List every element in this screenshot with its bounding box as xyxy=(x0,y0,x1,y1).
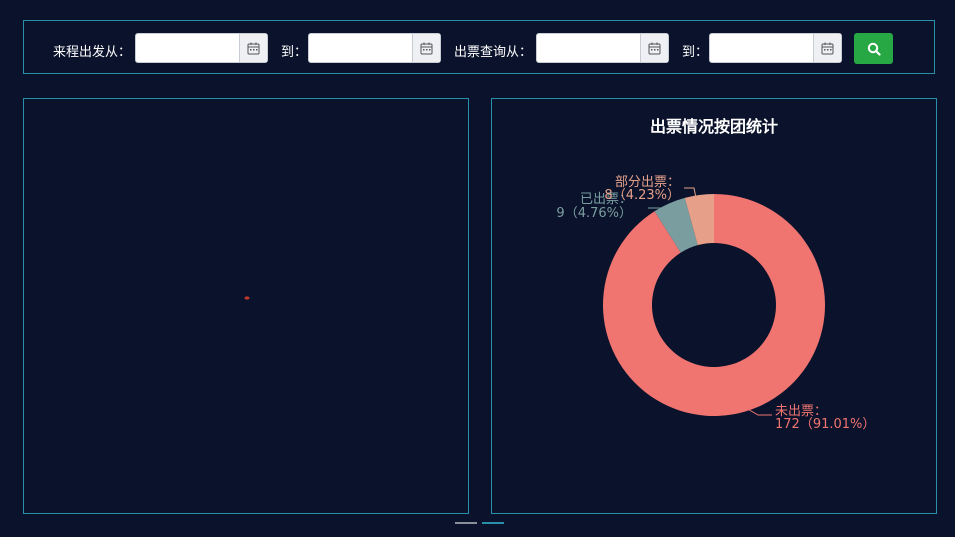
calendar-icon[interactable] xyxy=(412,34,440,62)
calendar-icon[interactable] xyxy=(239,34,267,62)
left-chart-panel xyxy=(23,98,469,514)
map-canvas xyxy=(244,296,250,300)
filter-bar: 来程出发从： 到： 出票查询从： 到： xyxy=(23,20,935,74)
depart-to-label: 到： xyxy=(281,45,308,60)
depart-from-input[interactable] xyxy=(136,34,240,62)
ticket-from-input[interactable] xyxy=(537,34,641,62)
pager-dot-2[interactable] xyxy=(482,522,504,524)
map-marker xyxy=(244,296,250,300)
depart-to-input[interactable] xyxy=(309,34,413,62)
depart-from-label: 来程出发从： xyxy=(53,45,132,60)
chart-title: 出票情况按团统计 xyxy=(649,117,778,136)
search-button[interactable] xyxy=(854,33,893,64)
right-chart-panel xyxy=(491,98,937,514)
ticket-from-date-picker xyxy=(536,33,669,63)
calendar-icon[interactable] xyxy=(640,34,668,62)
ticket-to-date-picker xyxy=(709,33,842,63)
ticket-to-input[interactable] xyxy=(710,34,814,62)
pager-dot-1[interactable] xyxy=(455,522,477,524)
ticket-to-label: 到： xyxy=(682,45,709,60)
ticket-from-label: 出票查询从： xyxy=(454,45,533,60)
search-icon xyxy=(867,42,881,56)
depart-to-date-picker xyxy=(308,33,441,63)
depart-from-date-picker xyxy=(135,33,268,63)
calendar-icon[interactable] xyxy=(813,34,841,62)
